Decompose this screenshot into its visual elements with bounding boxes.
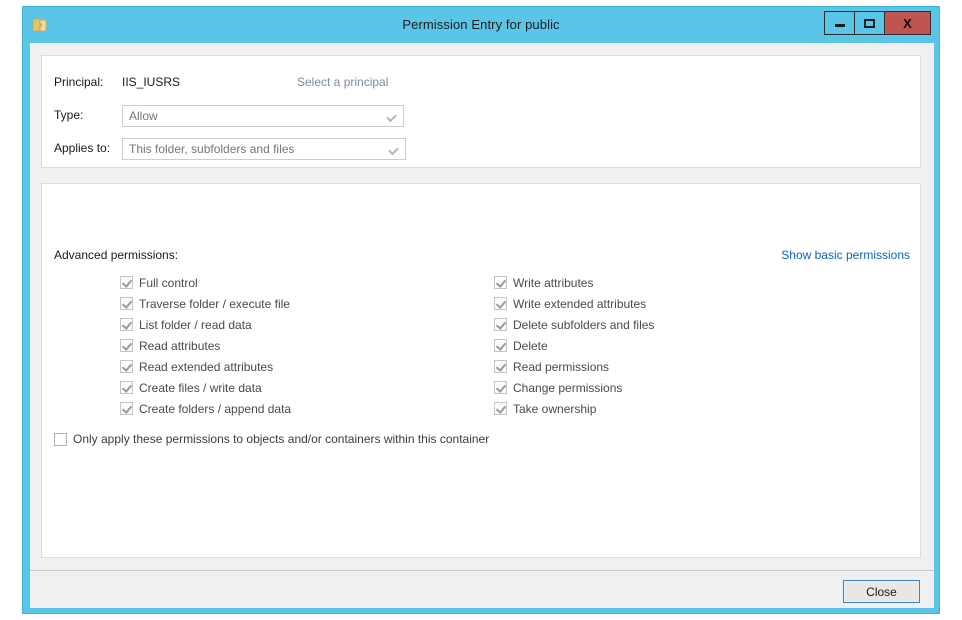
chevron-down-icon [388, 144, 399, 156]
select-principal-link[interactable]: Select a principal [297, 75, 388, 89]
principal-label: Principal: [54, 75, 104, 89]
title-bar: Permission Entry for public X [23, 7, 939, 43]
permission-row[interactable]: Write attributes [494, 272, 654, 293]
permission-right-checkbox-1[interactable] [494, 297, 507, 310]
permission-left-checkbox-3[interactable] [120, 339, 133, 352]
window-controls: X [824, 11, 931, 35]
only-apply-container-row[interactable]: Only apply these permissions to objects … [54, 432, 489, 446]
permission-row[interactable]: Traverse folder / execute file [120, 293, 291, 314]
type-row: Type: Allow [42, 105, 920, 131]
chevron-down-icon [386, 111, 397, 123]
dialog-client-area: Principal: IIS_IUSRS Select a principal … [30, 43, 934, 608]
permission-row[interactable]: Read attributes [120, 335, 291, 356]
permission-label: Create files / write data [139, 380, 262, 395]
permission-label: Change permissions [513, 380, 623, 395]
permission-label: Write attributes [513, 275, 594, 290]
permissions-panel: Advanced permissions: Show basic permiss… [41, 183, 921, 558]
minimize-icon [834, 24, 845, 27]
permission-label: Read attributes [139, 338, 221, 353]
permission-label: Write extended attributes [513, 296, 647, 311]
principal-value: IIS_IUSRS [122, 75, 181, 89]
permission-row[interactable]: List folder / read data [120, 314, 291, 335]
permission-row[interactable]: Change permissions [494, 377, 654, 398]
permission-left-checkbox-5[interactable] [120, 381, 133, 394]
permission-row[interactable]: Create files / write data [120, 377, 291, 398]
permission-row[interactable]: Read extended attributes [120, 356, 291, 377]
permission-label: List folder / read data [139, 317, 252, 332]
principal-panel: Principal: IIS_IUSRS Select a principal … [41, 55, 921, 168]
close-window-button[interactable]: X [884, 11, 931, 35]
folder-icon [32, 18, 47, 32]
maximize-button[interactable] [854, 11, 885, 35]
permission-row[interactable]: Delete subfolders and files [494, 314, 654, 335]
window-title: Permission Entry for public [402, 17, 560, 32]
permission-label: Read permissions [513, 359, 610, 374]
principal-row: Principal: IIS_IUSRS Select a principal [42, 72, 920, 98]
show-basic-permissions-link[interactable]: Show basic permissions [781, 248, 910, 262]
applies-to-combobox[interactable]: This folder, subfolders and files [122, 138, 406, 160]
maximize-icon [864, 18, 875, 28]
permission-row[interactable]: Delete [494, 335, 654, 356]
footer-separator [30, 570, 934, 571]
permission-right-checkbox-0[interactable] [494, 276, 507, 289]
permission-label: Read extended attributes [139, 359, 274, 374]
permission-label: Create folders / append data [139, 401, 292, 416]
permission-entry-window: Permission Entry for public X Principal:… [22, 6, 940, 614]
permission-right-checkbox-6[interactable] [494, 402, 507, 415]
minimize-button[interactable] [824, 11, 855, 35]
permissions-column-left: Full control Traverse folder / execute fi… [120, 272, 291, 419]
permission-left-checkbox-4[interactable] [120, 360, 133, 373]
permission-row[interactable]: Read permissions [494, 356, 654, 377]
type-combobox[interactable]: Allow [122, 105, 404, 127]
permission-row[interactable]: Full control [120, 272, 291, 293]
permission-label: Delete subfolders and files [513, 317, 655, 332]
permissions-column-right: Write attributes Write extended attribute… [494, 272, 654, 419]
permission-right-checkbox-3[interactable] [494, 339, 507, 352]
permission-row[interactable]: Write extended attributes [494, 293, 654, 314]
permission-label: Delete [513, 338, 548, 353]
close-button[interactable]: Close [843, 580, 920, 603]
permission-right-checkbox-5[interactable] [494, 381, 507, 394]
applies-to-row: Applies to: This folder, subfolders and … [42, 138, 920, 164]
only-apply-label: Only apply these permissions to objects … [73, 432, 490, 446]
permission-right-checkbox-2[interactable] [494, 318, 507, 331]
permission-row[interactable]: Take ownership [494, 398, 654, 419]
advanced-permissions-label: Advanced permissions: [54, 248, 179, 262]
type-label: Type: [54, 108, 84, 122]
permission-label: Take ownership [513, 401, 597, 416]
permission-label: Traverse folder / execute file [139, 296, 290, 311]
permission-left-checkbox-6[interactable] [120, 402, 133, 415]
permission-left-checkbox-0[interactable] [120, 276, 133, 289]
permission-row[interactable]: Create folders / append data [120, 398, 291, 419]
permission-right-checkbox-4[interactable] [494, 360, 507, 373]
permission-left-checkbox-2[interactable] [120, 318, 133, 331]
applies-to-value: This folder, subfolders and files [129, 142, 295, 156]
permission-left-checkbox-1[interactable] [120, 297, 133, 310]
only-apply-checkbox[interactable] [54, 432, 67, 446]
applies-to-label: Applies to: [54, 141, 111, 155]
type-value: Allow [129, 109, 158, 123]
permission-label: Full control [139, 275, 198, 290]
